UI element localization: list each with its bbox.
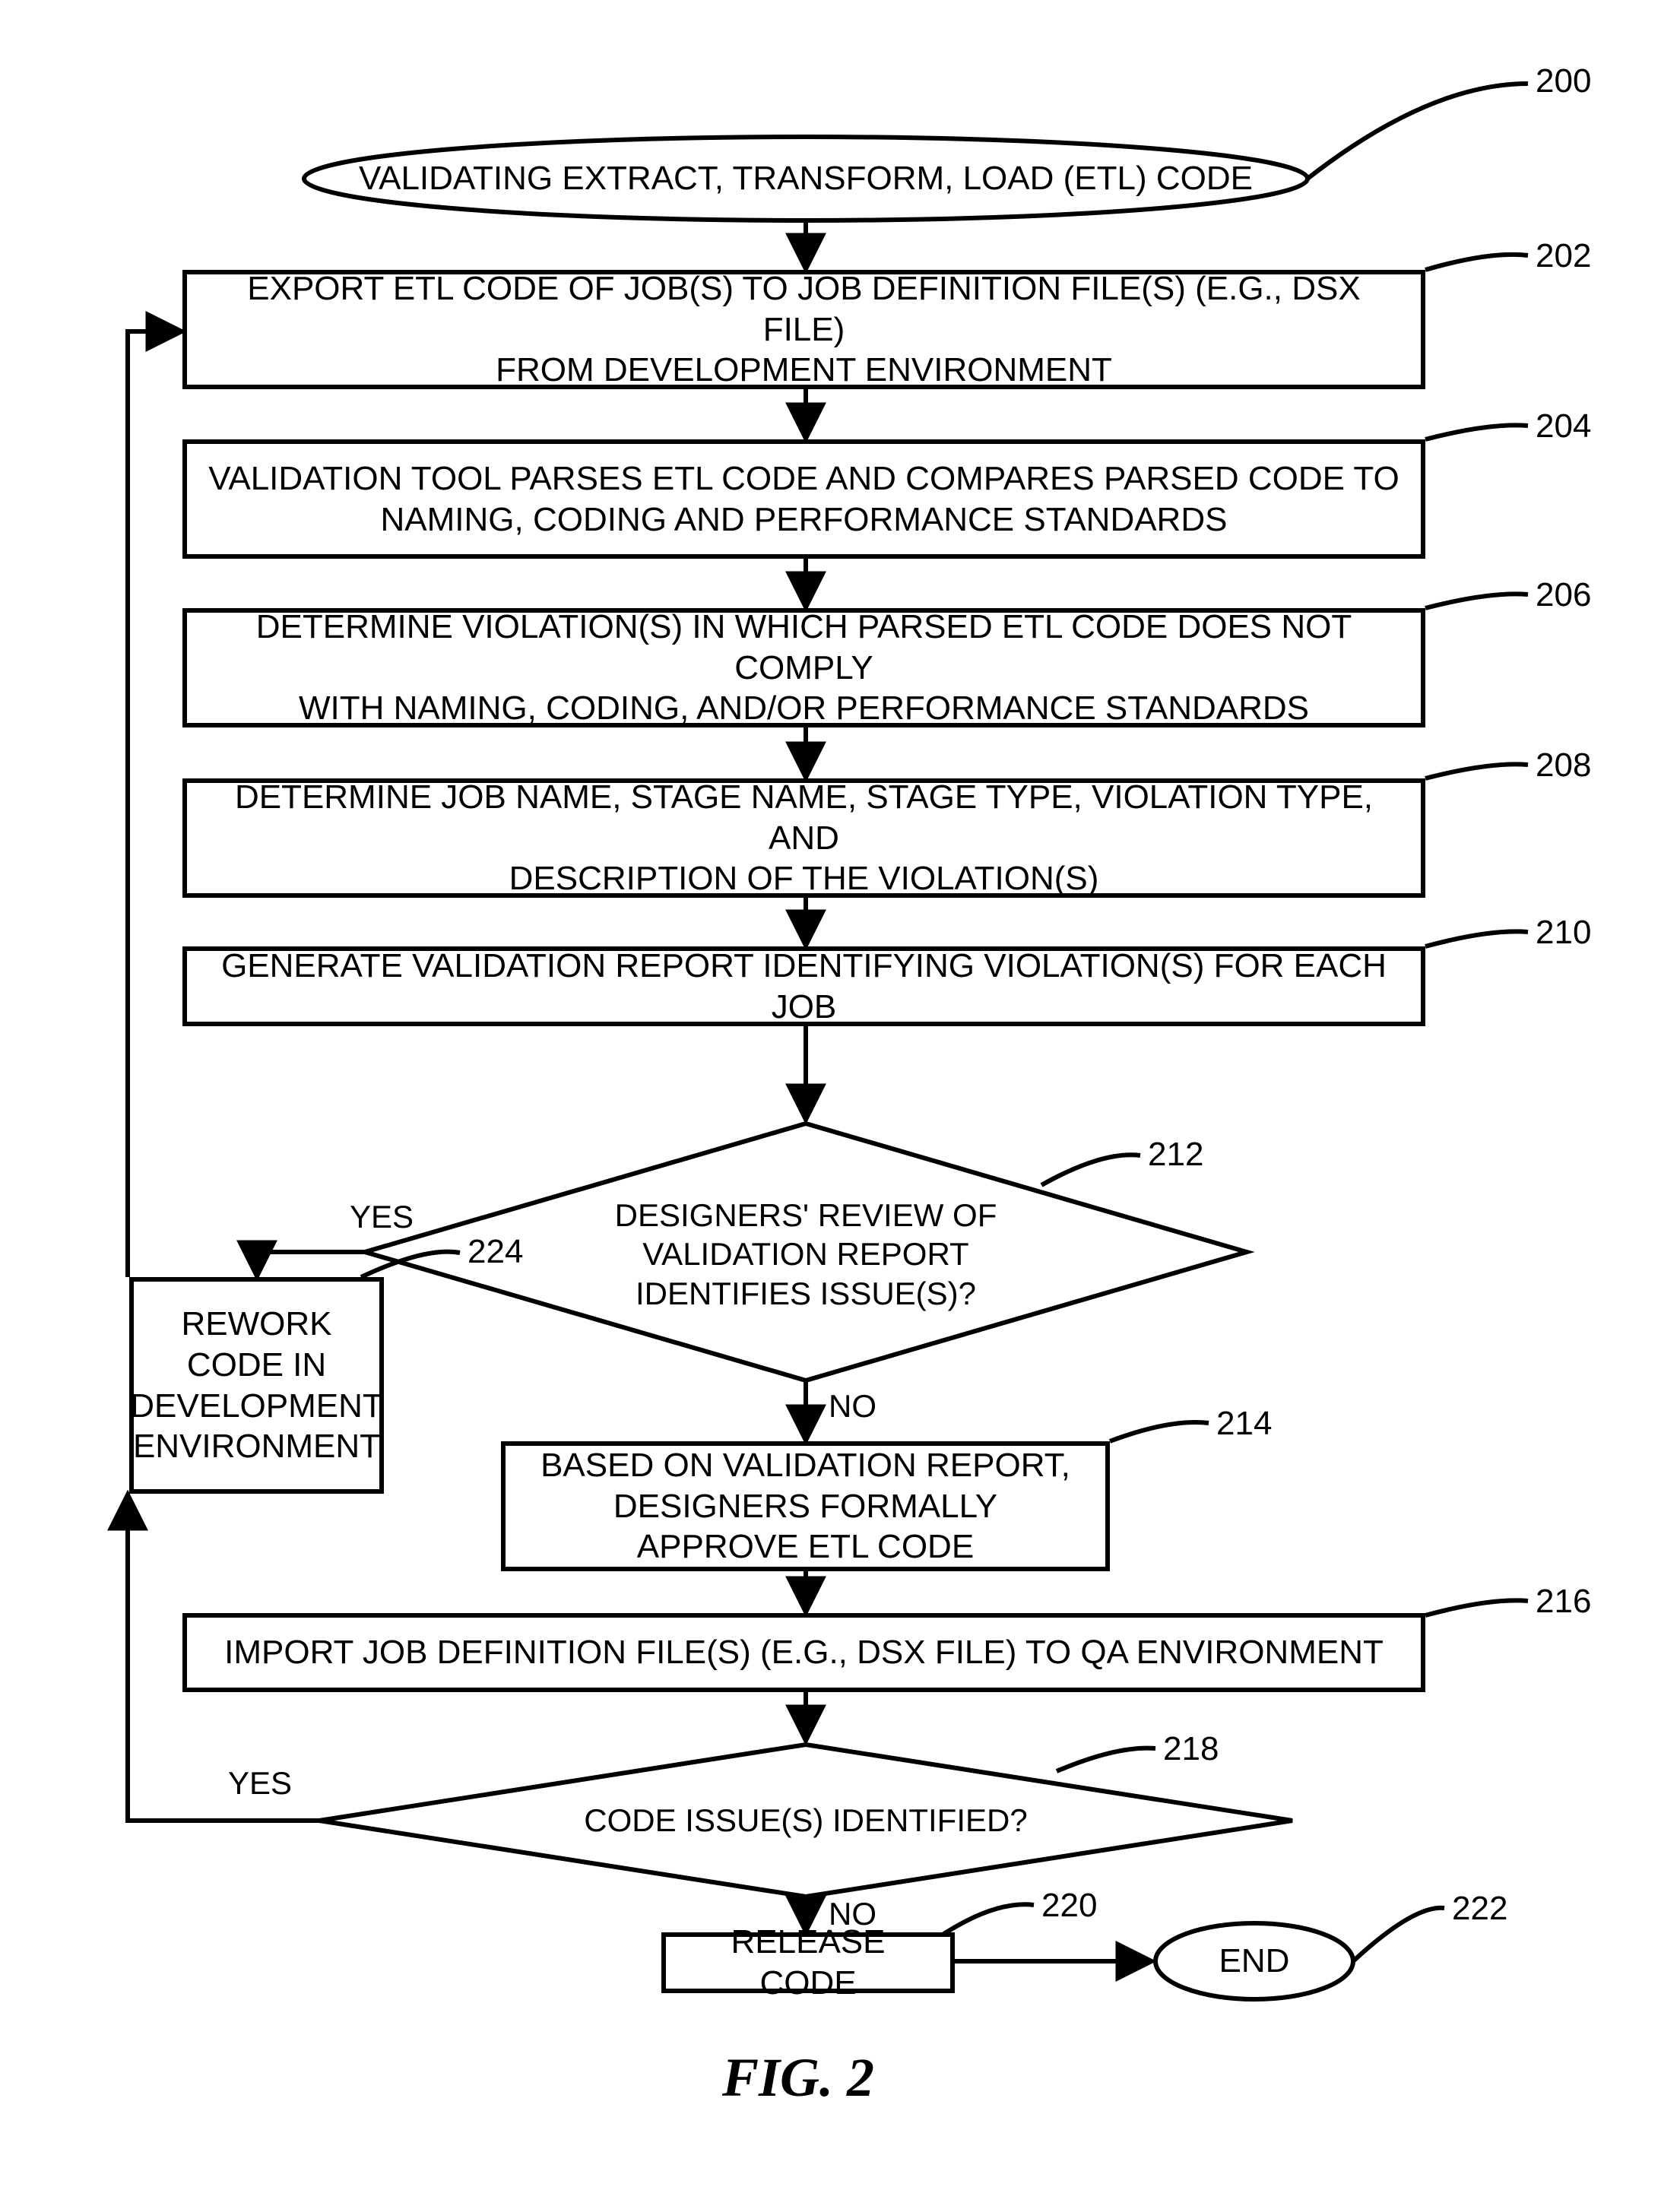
step-214: BASED ON VALIDATION REPORT, DESIGNERS FO… (501, 1441, 1110, 1571)
decision-218-shape (319, 1745, 1292, 1897)
terminal-end-shape (1155, 1923, 1353, 1999)
decision-212-shape (365, 1124, 1247, 1380)
step-206-text: DETERMINE VIOLATION(S) IN WHICH PARSED E… (205, 607, 1403, 729)
step-214-text: BASED ON VALIDATION REPORT, DESIGNERS FO… (540, 1445, 1070, 1567)
step-210-text: GENERATE VALIDATION REPORT IDENTIFYING V… (205, 946, 1403, 1027)
step-208: DETERMINE JOB NAME, STAGE NAME, STAGE TY… (182, 778, 1425, 898)
step-204-text: VALIDATION TOOL PARSES ETL CODE AND COMP… (208, 458, 1399, 540)
figure-caption: FIG. 2 (722, 2045, 874, 2112)
step-202: EXPORT ETL CODE OF JOB(S) TO JOB DEFINIT… (182, 270, 1425, 389)
step-224-text: REWORK CODE IN DEVELOPMENT ENVIRONMENT (130, 1304, 383, 1467)
step-220-text: RELEASE CODE (684, 1922, 932, 2003)
step-216: IMPORT JOB DEFINITION FILE(S) (E.G., DSX… (182, 1613, 1425, 1692)
step-206: DETERMINE VIOLATION(S) IN WHICH PARSED E… (182, 608, 1425, 727)
step-208-text: DETERMINE JOB NAME, STAGE NAME, STAGE TY… (205, 777, 1403, 899)
flowchart-canvas: EXPORT ETL CODE OF JOB(S) TO JOB DEFINIT… (0, 0, 1680, 2187)
step-220: RELEASE CODE (661, 1932, 955, 1993)
step-210: GENERATE VALIDATION REPORT IDENTIFYING V… (182, 946, 1425, 1026)
step-216-text: IMPORT JOB DEFINITION FILE(S) (E.G., DSX… (224, 1632, 1384, 1673)
step-224: REWORK CODE IN DEVELOPMENT ENVIRONMENT (129, 1277, 384, 1494)
step-204: VALIDATION TOOL PARSES ETL CODE AND COMP… (182, 439, 1425, 559)
step-202-text: EXPORT ETL CODE OF JOB(S) TO JOB DEFINIT… (205, 268, 1403, 391)
terminal-start-shape (304, 137, 1308, 220)
